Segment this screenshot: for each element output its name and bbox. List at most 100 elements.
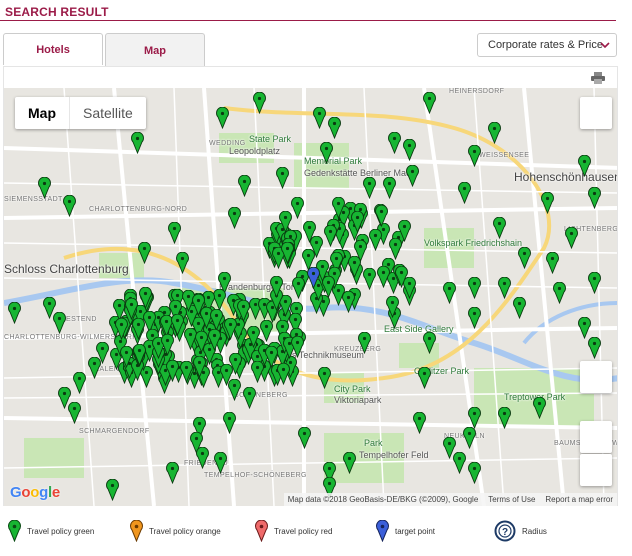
hotel-pin-green[interactable] <box>138 242 151 264</box>
hotel-pin-green[interactable] <box>223 412 236 434</box>
hotel-pin-green[interactable] <box>394 266 408 289</box>
hotel-pin-green[interactable] <box>541 192 554 214</box>
hotel-pin-green[interactable] <box>171 313 185 336</box>
hotel-pin-green[interactable] <box>179 360 193 383</box>
hotel-pin-green[interactable] <box>213 288 227 311</box>
hotel-pin-green[interactable] <box>588 272 601 294</box>
hotel-pin-green[interactable] <box>265 346 278 369</box>
hotel-pin-green[interactable] <box>191 293 205 316</box>
hotel-pin-green[interactable] <box>223 317 237 340</box>
hotel-pin-green[interactable] <box>553 282 566 304</box>
hotel-pin-green[interactable] <box>320 142 333 164</box>
map-type-satellite-button[interactable]: Satellite <box>70 97 146 129</box>
street-view-pegman-button[interactable] <box>580 361 612 393</box>
hotel-pin-green[interactable] <box>375 205 389 228</box>
hotel-pin-green[interactable] <box>228 207 241 229</box>
hotel-pin-green[interactable] <box>389 238 403 261</box>
hotel-pin-green[interactable] <box>468 145 481 167</box>
hotel-pin-green[interactable] <box>468 307 481 329</box>
target-point-pin[interactable] <box>307 267 320 289</box>
hotel-pin-green[interactable] <box>166 359 179 382</box>
hotel-pin-green[interactable] <box>193 356 207 379</box>
hotel-pin-green[interactable] <box>498 277 511 299</box>
hotel-pin-green[interactable] <box>168 222 181 244</box>
zoom-out-button[interactable] <box>580 454 612 486</box>
hotel-pin-green[interactable] <box>332 197 346 220</box>
hotel-pin-green[interactable] <box>53 312 66 334</box>
hotel-pin-green[interactable] <box>106 479 119 501</box>
hotel-pin-green[interactable] <box>458 182 471 204</box>
hotel-pin-green[interactable] <box>468 462 481 484</box>
hotel-pin-green[interactable] <box>298 427 311 449</box>
hotel-pin-green[interactable] <box>418 367 431 389</box>
hotel-pin-green[interactable] <box>276 167 289 189</box>
hotel-pin-green[interactable] <box>38 177 51 199</box>
hotel-pin-green[interactable] <box>63 195 76 217</box>
hotel-pin-green[interactable] <box>363 177 376 199</box>
hotel-pin-green[interactable] <box>377 266 391 289</box>
hotel-pin-green[interactable] <box>406 165 419 187</box>
hotel-pin-green[interactable] <box>8 302 21 324</box>
hotel-pin-green[interactable] <box>276 362 290 385</box>
report-map-error-link[interactable]: Report a map error <box>545 495 613 504</box>
hotel-pin-green[interactable] <box>280 241 294 264</box>
tab-hotels[interactable]: Hotels <box>3 33 103 65</box>
sort-dropdown[interactable]: Corporate rates & Price <box>477 33 617 57</box>
hotel-pin-green[interactable] <box>166 462 179 484</box>
hotel-pin-green[interactable] <box>196 447 209 469</box>
hotel-pin-green[interactable] <box>260 319 274 342</box>
print-icon[interactable] <box>591 72 605 84</box>
hotel-pin-green[interactable] <box>363 267 377 290</box>
hotel-pin-green[interactable] <box>518 247 531 269</box>
hotel-pin-green[interactable] <box>251 360 265 383</box>
map-view[interactable]: HEINERSDORF State Park Leopoldplatz WEDDING… <box>3 88 618 506</box>
hotel-pin-green[interactable] <box>513 297 526 319</box>
hotel-pin-green[interactable] <box>383 177 396 199</box>
hotel-pin-green[interactable] <box>243 387 256 409</box>
hotel-pin-green[interactable] <box>210 309 223 332</box>
hotel-pin-green[interactable] <box>139 287 153 310</box>
hotel-pin-green[interactable] <box>236 300 250 323</box>
hotel-pin-green[interactable] <box>385 296 399 319</box>
hotel-pin-green[interactable] <box>131 318 145 341</box>
fullscreen-button[interactable] <box>580 97 612 129</box>
hotel-pin-green[interactable] <box>533 397 546 419</box>
hotel-pin-green[interactable] <box>588 187 601 209</box>
hotel-pin-green[interactable] <box>73 372 86 394</box>
hotel-pin-green[interactable] <box>488 122 501 144</box>
hotel-pin-green[interactable] <box>328 117 341 139</box>
hotel-pin-green[interactable] <box>403 139 416 161</box>
hotel-pin-green[interactable] <box>588 337 601 359</box>
hotel-pin-green[interactable] <box>468 277 481 299</box>
hotel-pin-green[interactable] <box>238 175 251 197</box>
hotel-pin-green[interactable] <box>253 92 266 114</box>
hotel-pin-green[interactable] <box>578 317 591 339</box>
hotel-pin-green[interactable] <box>546 252 559 274</box>
terms-of-use-link[interactable]: Terms of Use <box>488 495 535 504</box>
hotel-pin-green[interactable] <box>291 276 305 299</box>
hotel-pin-green[interactable] <box>219 364 233 387</box>
hotel-pin-green[interactable] <box>176 252 189 274</box>
hotel-pin-green[interactable] <box>124 298 138 321</box>
hotel-pin-green[interactable] <box>413 412 426 434</box>
hotel-pin-green[interactable] <box>310 235 324 258</box>
hotel-pin-green[interactable] <box>68 402 81 424</box>
hotel-pin-green[interactable] <box>369 228 383 251</box>
hotel-pin-green[interactable] <box>463 427 476 449</box>
hotel-pin-green[interactable] <box>131 132 144 154</box>
hotel-pin-green[interactable] <box>578 155 591 177</box>
hotel-pin-green[interactable] <box>270 275 284 298</box>
hotel-pin-green[interactable] <box>443 282 456 304</box>
hotel-pin-green[interactable] <box>453 452 466 474</box>
hotel-pin-green[interactable] <box>291 197 305 220</box>
hotel-pin-green[interactable] <box>119 346 133 369</box>
zoom-in-button[interactable] <box>580 421 612 453</box>
hotel-pin-green[interactable] <box>358 332 371 354</box>
tab-map[interactable]: Map <box>105 33 205 67</box>
hotel-pin-green[interactable] <box>160 333 174 356</box>
hotel-pin-green[interactable] <box>323 225 337 248</box>
hotel-pin-green[interactable] <box>88 357 101 379</box>
hotel-pin-green[interactable] <box>133 343 146 366</box>
map-type-map-button[interactable]: Map <box>15 97 70 129</box>
hotel-pin-green[interactable] <box>351 211 365 234</box>
